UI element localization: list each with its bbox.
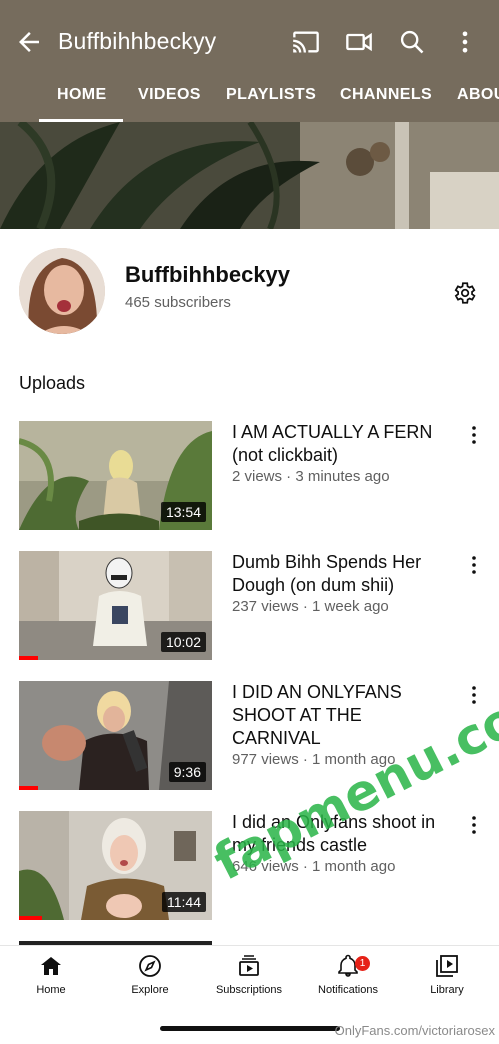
- watch-progress-bar: [19, 656, 39, 660]
- more-vert-icon[interactable]: [451, 28, 479, 56]
- video-item[interactable]: 13:54 I AM ACTUALLY A FERN (not clickbai…: [0, 421, 499, 533]
- nav-label: Home: [36, 984, 66, 996]
- nav-subscriptions[interactable]: Subscriptions: [204, 954, 294, 996]
- tab-home[interactable]: HOME: [57, 86, 107, 104]
- section-title-uploads: Uploads: [19, 373, 86, 393]
- video-title[interactable]: Dumb Bihh Spends Her Dough (on dum shii): [232, 551, 448, 597]
- avatar[interactable]: [19, 248, 105, 334]
- nav-label: Library: [430, 984, 464, 996]
- nav-label: Notifications: [318, 984, 378, 996]
- channel-title: Buffbihhbeckyy: [58, 28, 217, 54]
- subscriber-count: 465 subscribers: [125, 294, 231, 311]
- channel-tabs: HOME VIDEOS PLAYLISTS CHANNELS ABOUT: [0, 78, 499, 122]
- cast-icon[interactable]: [292, 28, 320, 56]
- video-thumbnail[interactable]: 11:44: [19, 811, 212, 920]
- more-vert-icon[interactable]: [466, 555, 482, 575]
- video-title-block: Dumb Bihh Spends Her Dough (on dum shii)…: [232, 551, 448, 616]
- tab-about[interactable]: ABOUT: [457, 86, 499, 104]
- nav-notifications[interactable]: 1 Notifications: [303, 954, 393, 996]
- source-watermark: OnlyFans.com/victoriarosex: [334, 1023, 495, 1038]
- search-icon[interactable]: [398, 28, 426, 56]
- home-icon: [41, 957, 61, 975]
- channel-header: Buffbihhbeckyy 465 subscribers: [0, 229, 499, 349]
- duration-badge: 10:02: [160, 632, 206, 652]
- tab-playlists[interactable]: PLAYLISTS: [226, 86, 316, 104]
- nav-label: Subscriptions: [215, 984, 283, 996]
- video-thumbnail[interactable]: 10:02: [19, 551, 212, 660]
- channel-name: Buffbihhbeckyy: [125, 262, 291, 287]
- duration-badge: 9:36: [168, 762, 206, 782]
- nav-library[interactable]: Library: [402, 954, 492, 996]
- library-icon: [436, 955, 458, 977]
- video-item[interactable]: 10:02 Dumb Bihh Spends Her Dough (on dum…: [0, 551, 499, 663]
- video-title-block: I AM ACTUALLY A FERN (not clickbait) 2 v…: [232, 421, 448, 486]
- tab-channels[interactable]: CHANNELS: [340, 86, 432, 104]
- video-meta: 237 views · 1 week ago: [232, 598, 389, 615]
- video-title[interactable]: I AM ACTUALLY A FERN (not clickbait): [232, 421, 448, 467]
- video-thumbnail[interactable]: 13:54: [19, 421, 212, 530]
- compass-icon: [139, 955, 161, 977]
- back-arrow-icon[interactable]: [14, 27, 44, 57]
- tab-videos[interactable]: VIDEOS: [138, 86, 201, 104]
- channel-banner: [0, 122, 499, 229]
- more-vert-icon[interactable]: [466, 425, 482, 445]
- nav-home[interactable]: Home: [6, 954, 96, 996]
- top-toolbar: Buffbihhbeckyy: [0, 0, 499, 70]
- video-camera-icon[interactable]: [345, 28, 373, 56]
- watch-progress-bar: [19, 786, 39, 790]
- app-bar: Buffbihhbeckyy HOME VIDEOS PLAYLISTS CHA…: [0, 0, 499, 122]
- gear-icon[interactable]: [451, 280, 477, 306]
- watch-progress-bar: [19, 916, 43, 920]
- more-vert-icon[interactable]: [466, 815, 482, 835]
- home-indicator[interactable]: [160, 1026, 340, 1031]
- duration-badge: 11:44: [162, 892, 206, 912]
- notification-badge: 1: [355, 956, 370, 971]
- nav-label: Explore: [131, 984, 169, 996]
- video-meta: 2 views · 3 minutes ago: [232, 468, 390, 485]
- video-thumbnail[interactable]: 9:36: [19, 681, 212, 790]
- duration-badge: 13:54: [160, 502, 206, 522]
- nav-explore[interactable]: Explore: [105, 954, 195, 996]
- subscriptions-icon: [239, 955, 259, 976]
